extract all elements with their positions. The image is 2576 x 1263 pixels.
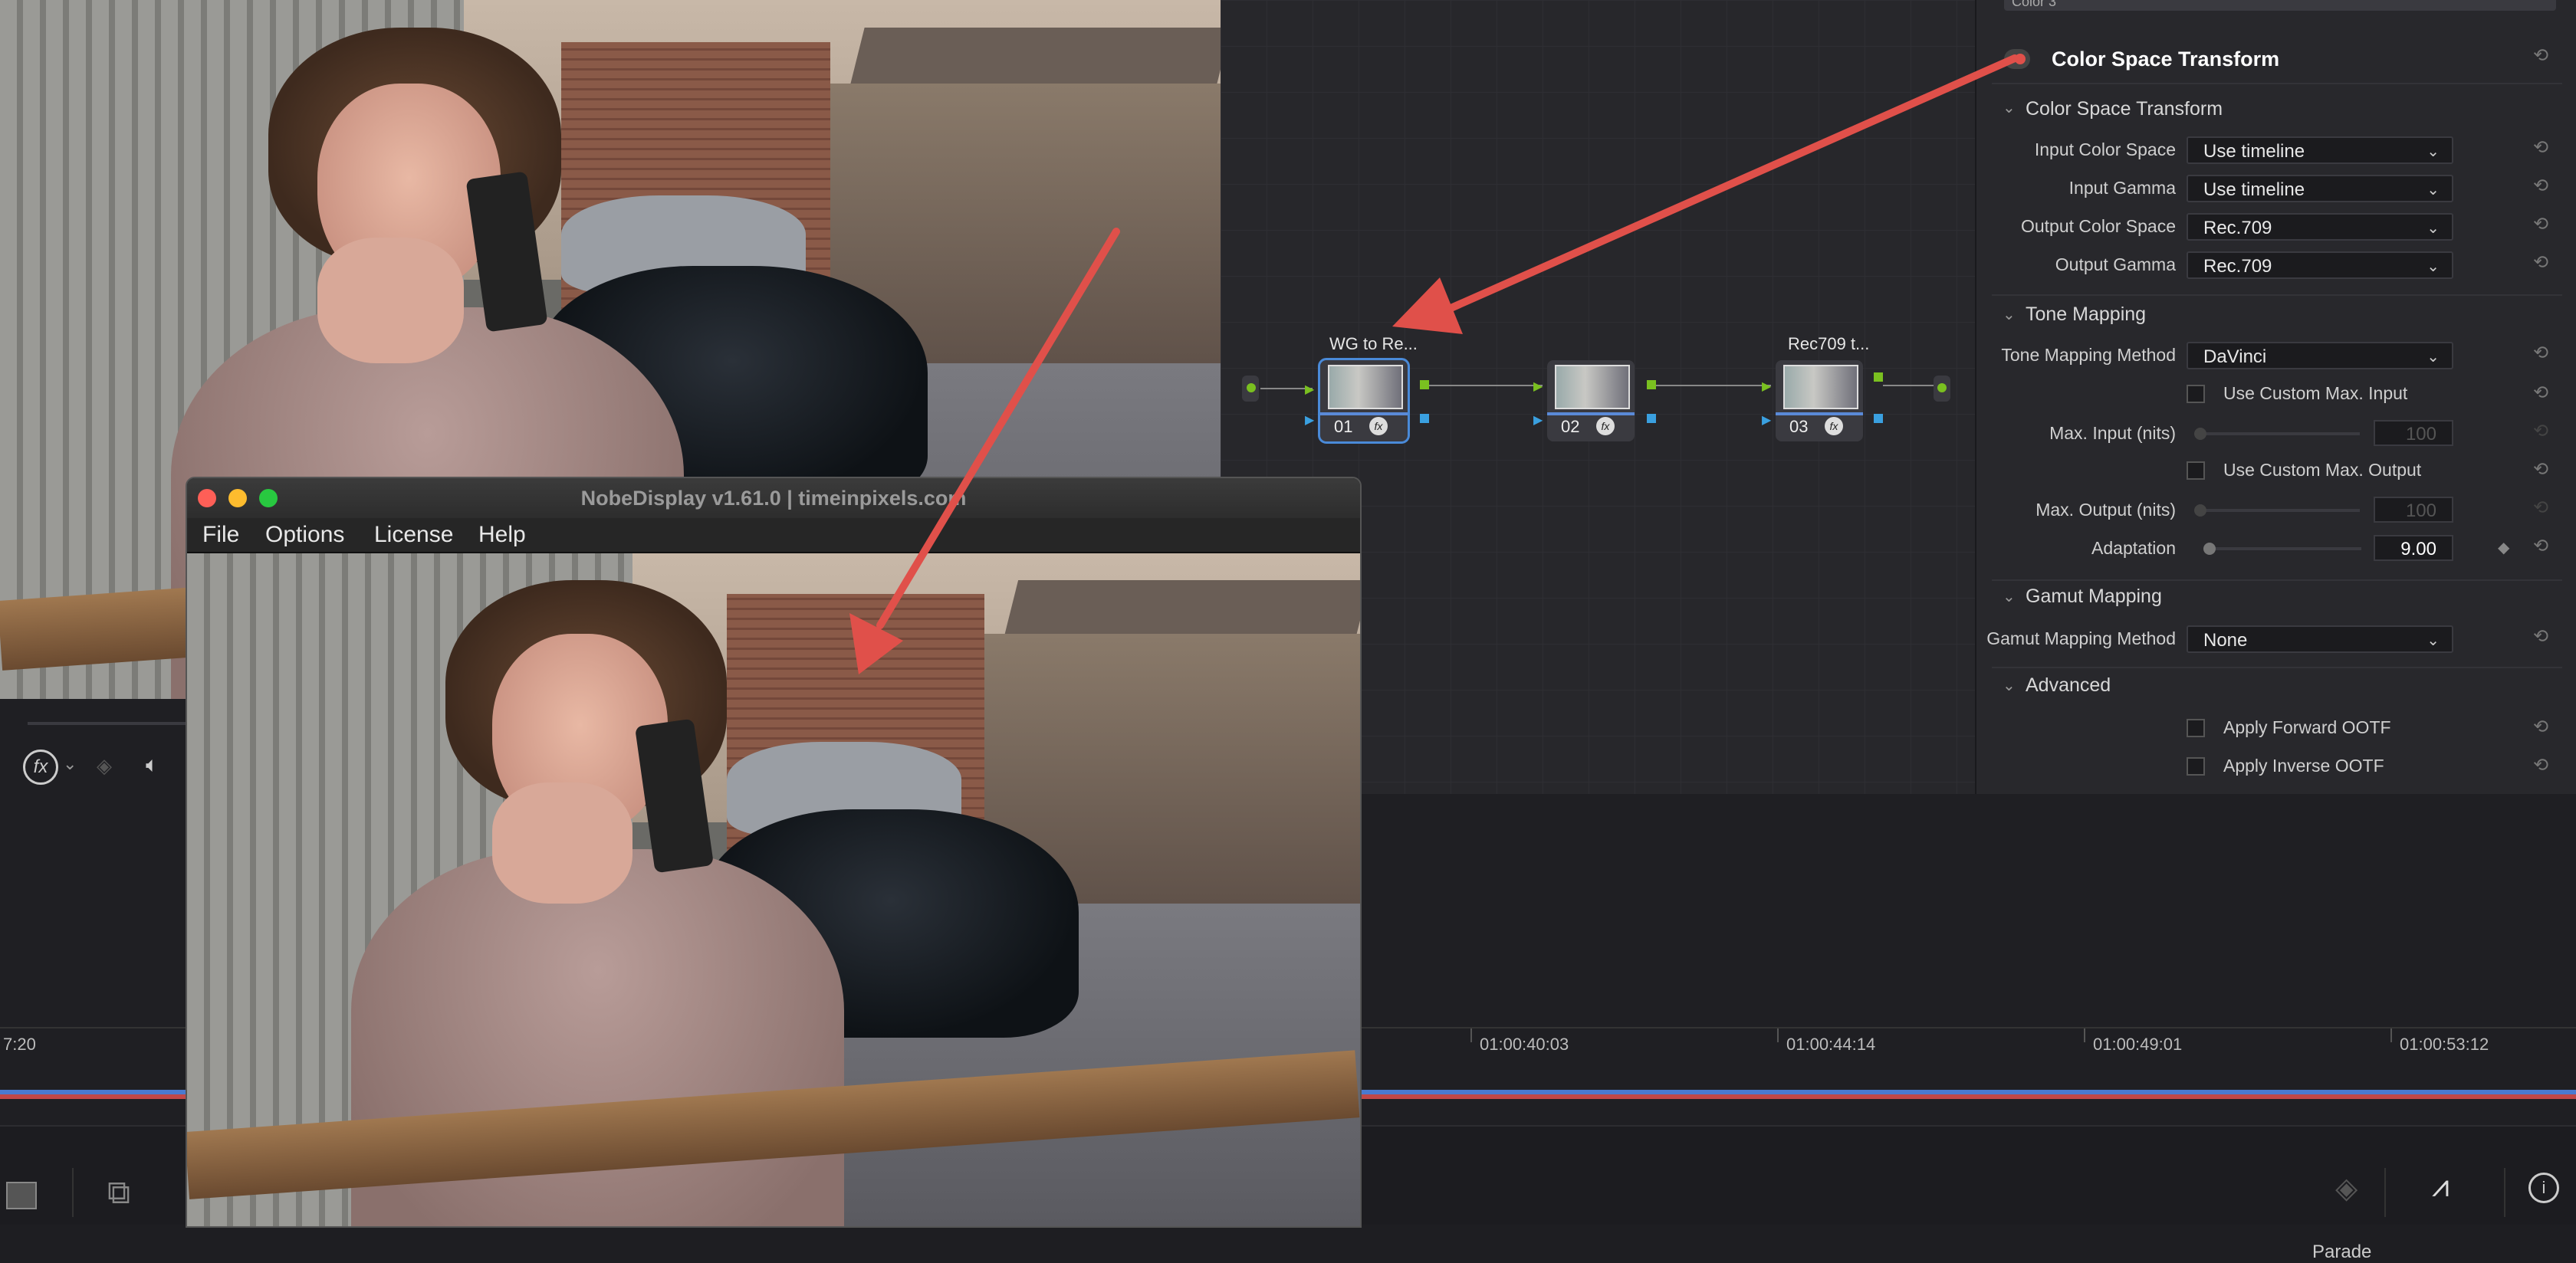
annotation-arrows (849, 54, 2019, 674)
scope-mode-label[interactable]: Parade (2312, 1242, 2371, 1263)
arrowhead (849, 613, 903, 674)
annotation-arrow (876, 228, 1120, 629)
annotation-arrow (1444, 54, 2019, 313)
